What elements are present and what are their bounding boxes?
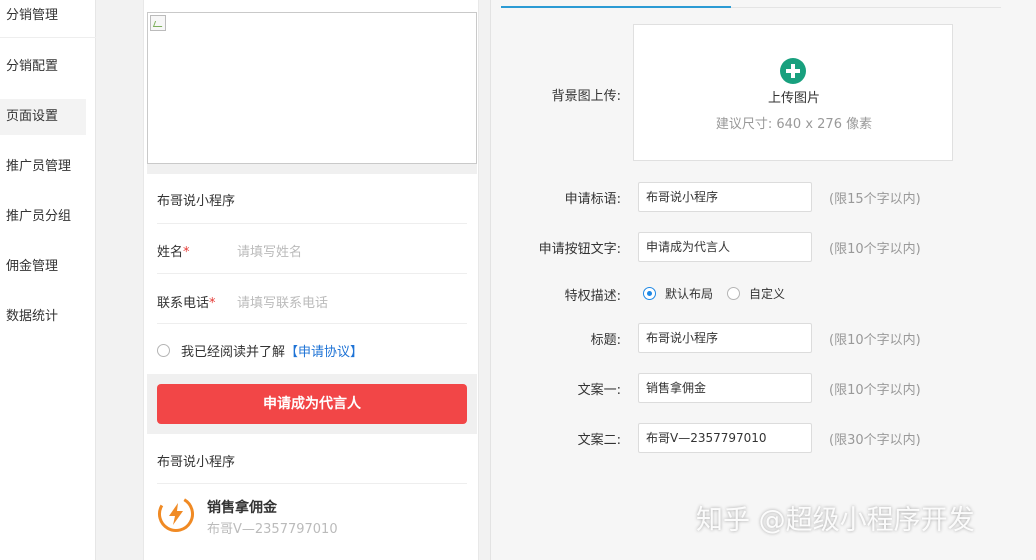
radio-default-layout-label: 默认布局 — [665, 287, 714, 301]
lightning-icon — [158, 496, 194, 532]
sidebar-item-distribution-config[interactable]: 分销配置 — [0, 49, 86, 85]
upload-button-text: 上传图片 — [767, 91, 820, 106]
apply-button-text-hint: (限10个字以内) — [829, 242, 921, 257]
sidebar-item-commission-management[interactable]: 佣金管理 — [0, 249, 86, 285]
preview-title: 布哥说小程序 — [157, 194, 236, 209]
privilege-section-title: 布哥说小程序 — [157, 455, 236, 470]
copy2-input[interactable]: 布哥V—2357797010 — [638, 423, 812, 453]
title-input[interactable]: 布哥说小程序 — [638, 323, 812, 353]
apply-title-hint: (限15个字以内) — [829, 192, 921, 207]
agreement-radio[interactable] — [157, 344, 170, 357]
apply-button-area: 申请成为代言人 — [147, 374, 477, 434]
name-label-text: 姓名 — [157, 245, 184, 260]
name-field-label: 姓名* — [157, 241, 190, 260]
apply-button-text-input[interactable]: 申请成为代言人 — [638, 232, 812, 262]
name-input[interactable]: 请填写姓名 — [237, 241, 302, 260]
phone-input[interactable]: 请填写联系电话 — [237, 292, 328, 311]
radio-default-layout[interactable]: 默认布局 — [643, 285, 713, 302]
preview-separator — [147, 164, 477, 174]
sidebar-item-promoter-groups[interactable]: 推广员分组 — [0, 199, 86, 235]
apply-button-text-label: 申请按钮文字: — [538, 242, 621, 257]
apply-button[interactable]: 申请成为代言人 — [157, 384, 467, 424]
title-label: 标题: — [590, 333, 621, 348]
sidebar-item-page-settings[interactable]: 页面设置 — [0, 99, 86, 135]
required-mark: * — [183, 245, 190, 260]
preview-divider — [157, 223, 467, 224]
radio-checked-icon — [643, 287, 656, 300]
radio-custom-label: 自定义 — [749, 287, 786, 301]
upload-label: 背景图上传: — [551, 89, 621, 104]
radio-custom[interactable]: 自定义 — [727, 285, 785, 302]
sidebar-divider — [0, 37, 96, 38]
copy1-input[interactable]: 销售拿佣金 — [638, 373, 812, 403]
apply-title-label: 申请标语: — [564, 192, 621, 207]
upload-image-box[interactable]: 上传图片 建议尺寸: 640 x 276 像素 — [633, 24, 953, 161]
sidebar-item-promoter-management[interactable]: 推广员管理 — [0, 149, 86, 185]
copy2-hint: (限30个字以内) — [829, 433, 921, 448]
title-hint: (限10个字以内) — [829, 333, 921, 348]
copy1-hint: (限10个字以内) — [829, 383, 921, 398]
required-mark: * — [209, 296, 216, 311]
apply-title-input[interactable]: 布哥说小程序 — [638, 182, 812, 212]
watermark: 知乎 @超级小程序开发 — [696, 505, 975, 536]
preview-divider — [157, 273, 467, 274]
radio-unchecked-icon — [727, 287, 740, 300]
preview-divider — [157, 323, 467, 324]
agreement-row: 我已经阅读并了解 【申请协议】 — [157, 341, 363, 360]
privilege-subtitle: 布哥V—2357797010 — [207, 522, 338, 537]
sidebar-item-statistics[interactable]: 数据统计 — [0, 299, 86, 335]
background-image-preview — [147, 12, 477, 164]
broken-image-icon — [150, 15, 166, 31]
tab-active-indicator[interactable] — [501, 6, 731, 8]
phone-field-label: 联系电话* — [157, 292, 216, 311]
copy2-label: 文案二: — [577, 433, 621, 448]
phone-preview: 布哥说小程序 姓名* 请填写姓名 联系电话* 请填写联系电话 我已经阅读并了解 … — [143, 0, 479, 560]
config-panel: 背景图上传: 上传图片 建议尺寸: 640 x 276 像素 申请标语: 布哥说… — [490, 0, 1036, 560]
privilege-title: 销售拿佣金 — [207, 500, 277, 516]
privilege-desc-label: 特权描述: — [564, 289, 621, 304]
preview-divider — [157, 483, 467, 484]
agreement-link[interactable]: 【申请协议】 — [285, 341, 363, 360]
sidebar: 分销管理 分销配置 页面设置 推广员管理 推广员分组 佣金管理 数据统计 — [0, 0, 96, 560]
agreement-text: 我已经阅读并了解 — [181, 345, 286, 360]
plus-icon — [780, 58, 806, 84]
upload-size-hint: 建议尺寸: 640 x 276 像素 — [715, 117, 873, 132]
phone-label-text: 联系电话 — [157, 296, 210, 311]
sidebar-header: 分销管理 — [6, 8, 59, 23]
copy1-label: 文案一: — [577, 383, 621, 398]
